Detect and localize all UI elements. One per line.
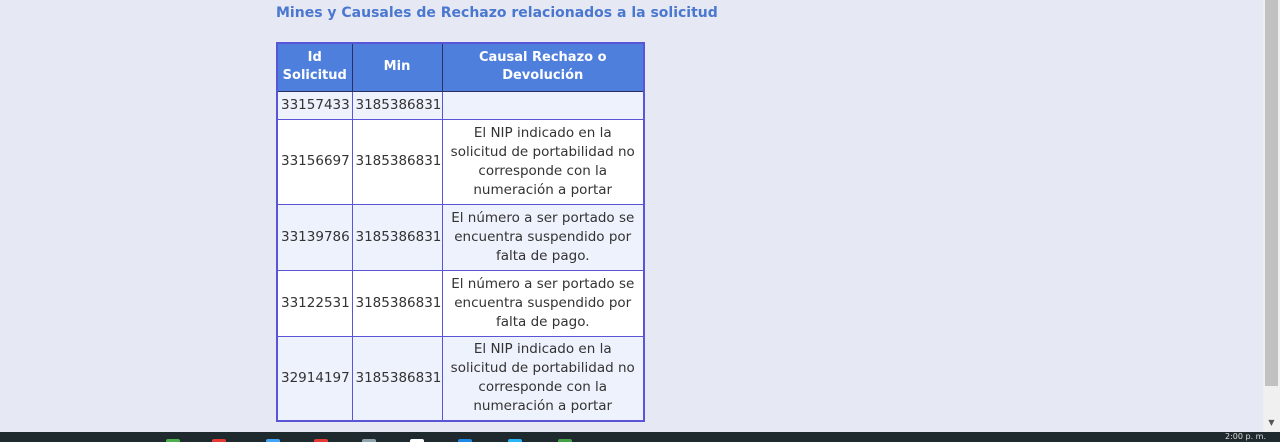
- rejection-table: Id Solicitud Min Causal Rechazo o Devolu…: [276, 42, 645, 422]
- header-min: Min: [351, 42, 443, 92]
- cell-id: 33122531: [276, 269, 353, 337]
- table-header-row: Id Solicitud Min Causal Rechazo o Devolu…: [276, 42, 645, 92]
- table-row: 33157433 3185386831: [276, 90, 645, 120]
- cell-min: 3185386831: [351, 335, 443, 422]
- page: Mines y Causales de Rechazo relacionados…: [0, 0, 1280, 442]
- table-row: 33139786 3185386831 El número a ser port…: [276, 203, 645, 271]
- vertical-scrollbar[interactable]: ▼: [1263, 0, 1280, 432]
- cell-causal: El NIP indicado en la solicitud de porta…: [441, 335, 645, 422]
- cell-causal: El número a ser portado se encuentra sus…: [441, 203, 645, 271]
- cell-min: 3185386831: [351, 203, 443, 271]
- cell-min: 3185386831: [351, 269, 443, 337]
- cell-causal: [441, 90, 645, 120]
- header-causal: Causal Rechazo o Devolución: [441, 42, 645, 92]
- cell-id: 33157433: [276, 90, 353, 120]
- scrollbar-thumb[interactable]: [1265, 0, 1278, 386]
- cell-min: 3185386831: [351, 118, 443, 205]
- taskbar-clock[interactable]: 2:00 p. m.: [1225, 432, 1266, 442]
- taskbar: 2:00 p. m.: [0, 432, 1280, 442]
- cell-id: 33139786: [276, 203, 353, 271]
- header-id-line2: Solicitud: [282, 68, 347, 84]
- cell-id: 33156697: [276, 118, 353, 205]
- header-id-line1: Id: [307, 50, 322, 66]
- cell-causal: El NIP indicado en la solicitud de porta…: [441, 118, 645, 205]
- table-row: 33156697 3185386831 El NIP indicado en l…: [276, 118, 645, 205]
- header-id-solicitud: Id Solicitud: [276, 42, 353, 92]
- cell-causal: El número a ser portado se encuentra sus…: [441, 269, 645, 337]
- scroll-down-arrow-icon[interactable]: ▼: [1263, 414, 1280, 432]
- section-title: Mines y Causales de Rechazo relacionados…: [276, 5, 718, 21]
- cell-min: 3185386831: [351, 90, 443, 120]
- table-row: 33122531 3185386831 El número a ser port…: [276, 269, 645, 337]
- cell-id: 32914197: [276, 335, 353, 422]
- table-row: 32914197 3185386831 El NIP indicado en l…: [276, 335, 645, 422]
